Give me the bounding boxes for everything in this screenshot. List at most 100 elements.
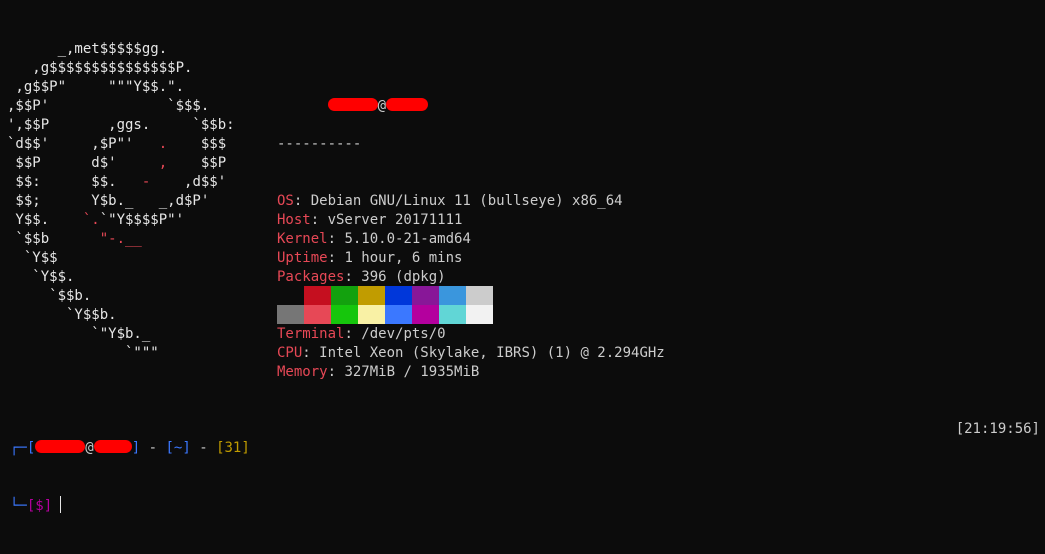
- palette-swatch: [304, 286, 331, 305]
- palette-row-bright: [277, 305, 493, 324]
- prompt-at: @: [85, 440, 94, 456]
- info-row-os: OS: Debian GNU/Linux 11 (bullseye) x86_6…: [277, 192, 665, 211]
- info-key: Kernel: [277, 231, 328, 247]
- info-key: Terminal: [277, 326, 345, 342]
- redacted-prompt-host: [93, 440, 132, 453]
- logo-text: ,g$$P" """Y$$.".: [7, 79, 185, 95]
- info-key: CPU: [277, 345, 303, 361]
- info-value: 327MiB / 1935MiB: [344, 364, 480, 380]
- info-separator: :: [327, 250, 345, 266]
- palette-swatch: [277, 286, 304, 305]
- info-key: Uptime: [277, 250, 328, 266]
- logo-line: ,g$$P" """Y$$.".: [7, 78, 235, 97]
- logo-line: `$$b "-.__: [7, 230, 235, 249]
- logo-text: `$$b.: [7, 288, 92, 304]
- logo-text-tail: ,d$$': [150, 174, 227, 190]
- logo-line: $$: $$. - ,d$$': [7, 173, 235, 192]
- info-separator: :: [302, 345, 320, 361]
- logo-text: `Y$$.: [7, 269, 75, 285]
- logo-accent: `.: [82, 212, 100, 228]
- logo-text: Y$$.: [7, 212, 83, 228]
- logo-line: `"Y$b._: [7, 325, 235, 344]
- shell-prompt[interactable]: ┌─[@] - [~] - [31] └─[$]: [10, 401, 250, 554]
- logo-line: Y$$. `.`"Y$$$$P"': [7, 211, 235, 230]
- prompt-dash-2: -: [190, 440, 217, 456]
- logo-accent: ,: [158, 155, 168, 171]
- prompt-dollar: [$]: [26, 498, 53, 514]
- info-value: Debian GNU/Linux 11 (bullseye) x86_64: [310, 193, 623, 209]
- logo-text: `""": [7, 345, 159, 361]
- clock: [21:19:56]: [955, 421, 1040, 437]
- logo-text: ,$$P' `$$$.: [7, 98, 210, 114]
- color-palette: [277, 286, 493, 324]
- info-row-terminal: Terminal: /dev/pts/0: [277, 325, 665, 344]
- palette-swatch-bright: [331, 305, 358, 324]
- text-cursor[interactable]: [60, 496, 62, 513]
- info-value: 396 (dpkg): [361, 269, 446, 285]
- palette-swatch: [412, 286, 439, 305]
- info-key: Memory: [277, 364, 328, 380]
- logo-text: `$$b: [7, 231, 100, 247]
- logo-text: `Y$$b.: [7, 307, 117, 323]
- prompt-command-count: [31]: [216, 440, 250, 456]
- info-value: 1 hour, 6 mins: [344, 250, 463, 266]
- logo-accent: .: [158, 136, 168, 152]
- palette-swatch-bright: [385, 305, 412, 324]
- logo-line: ,$$P' `$$$.: [7, 97, 235, 116]
- prompt-corner-bottom: └─: [10, 498, 27, 514]
- info-key: Packages: [277, 269, 345, 285]
- prompt-dash-1: -: [140, 440, 166, 456]
- logo-line: ',$$P ,ggs. `$$b:: [7, 116, 235, 135]
- prompt-close-bracket: ]: [131, 440, 141, 456]
- prompt-corner-top: ┌─: [10, 440, 27, 456]
- redacted-hostname: [386, 98, 429, 111]
- logo-text: $$P d$': [7, 155, 159, 171]
- logo-text: `Y$$: [7, 250, 58, 266]
- logo-text: `d$$' ,$P"': [7, 136, 159, 152]
- palette-swatch: [358, 286, 385, 305]
- info-value: vServer 20171111: [327, 212, 463, 228]
- logo-text-tail: $$$: [167, 136, 227, 152]
- info-separator: :: [310, 212, 328, 228]
- logo-text-tail: `"Y$$$$P"': [99, 212, 185, 228]
- palette-swatch: [385, 286, 412, 305]
- info-separator: :: [344, 269, 362, 285]
- info-key: OS: [277, 193, 294, 209]
- logo-accent: "-.__: [99, 231, 142, 247]
- info-separator: :: [344, 326, 362, 342]
- palette-swatch-bright: [439, 305, 466, 324]
- palette-swatch-bright: [304, 305, 331, 324]
- logo-line: `$$b.: [7, 287, 235, 306]
- logo-line: $$; Y$b._ _,d$P': [7, 192, 235, 211]
- redacted-prompt-user: [35, 440, 86, 453]
- info-separator: :: [327, 231, 345, 247]
- prompt-line-2[interactable]: └─[$]: [10, 496, 250, 516]
- info-row-packages: Packages: 396 (dpkg): [277, 268, 665, 287]
- info-separator: :: [293, 193, 311, 209]
- info-value: Intel Xeon (Skylake, IBRS) (1) @ 2.294GH…: [319, 345, 665, 361]
- logo-text: _,met$$$$$gg.: [7, 41, 168, 57]
- info-row-cpu: CPU: Intel Xeon (Skylake, IBRS) (1) @ 2.…: [277, 344, 665, 363]
- info-underline: ----------: [277, 136, 362, 152]
- logo-text: `"Y$b._: [7, 326, 151, 342]
- info-separator: :: [327, 364, 345, 380]
- logo-line: `Y$$.: [7, 268, 235, 287]
- palette-swatch-bright: [277, 305, 304, 324]
- system-info: @ ---------- OS: Debian GNU/Linux 11 (bu…: [277, 40, 665, 420]
- logo-line: `Y$$b.: [7, 306, 235, 325]
- logo-text: ',$$P ,ggs. `$$b:: [7, 117, 235, 133]
- palette-swatch-bright: [412, 305, 439, 324]
- logo-line: _,met$$$$$gg.: [7, 40, 235, 59]
- logo-line: `d$$' ,$P"' . $$$: [7, 135, 235, 154]
- palette-swatch: [439, 286, 466, 305]
- prompt-line-1: ┌─[@] - [~] - [31]: [10, 439, 250, 458]
- terminal-window[interactable]: _,met$$$$$gg. ,g$$$$$$$$$$$$$$$P. ,g$$P"…: [0, 0, 1045, 514]
- info-row-uptime: Uptime: 1 hour, 6 mins: [277, 249, 665, 268]
- logo-text-tail: $$P: [167, 155, 227, 171]
- palette-swatch: [466, 286, 493, 305]
- palette-swatch: [331, 286, 358, 305]
- redacted-username: [327, 98, 378, 111]
- logo-text: $$; Y$b._ _,d$P': [7, 193, 210, 209]
- info-value: 5.10.0-21-amd64: [344, 231, 471, 247]
- prompt-open-bracket: [: [26, 440, 36, 456]
